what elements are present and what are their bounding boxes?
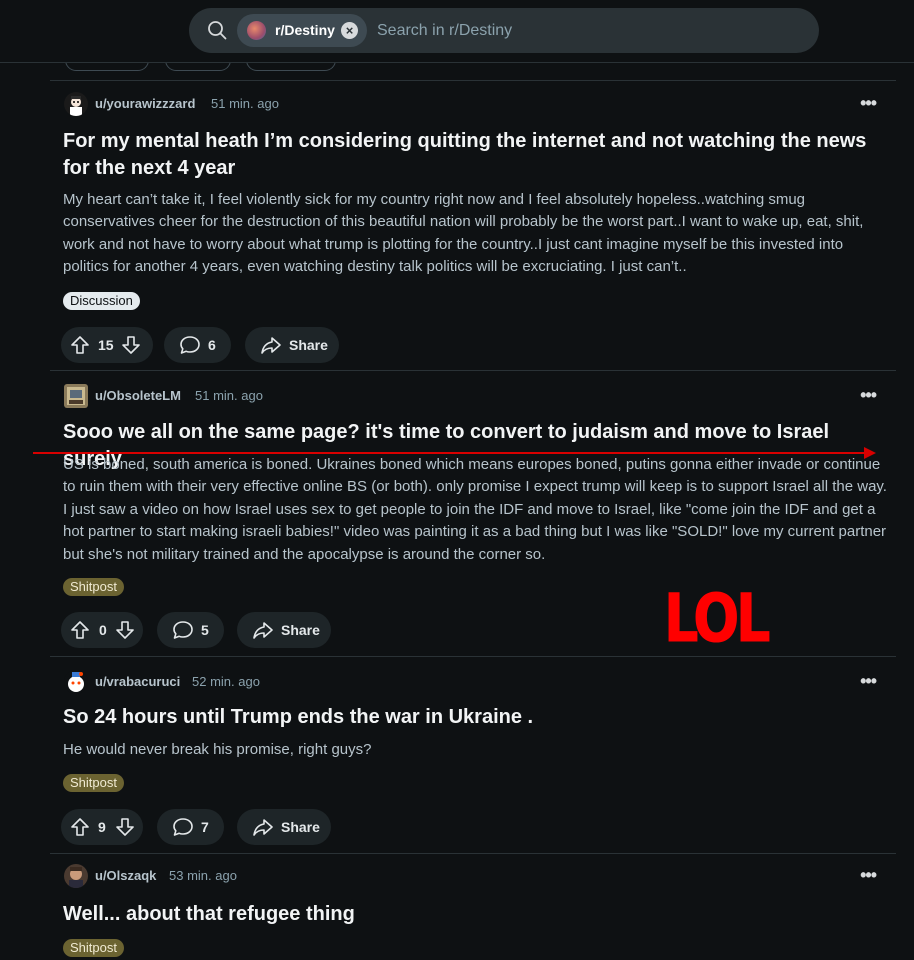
more-options-icon[interactable]: •••: [860, 93, 877, 114]
search-bar[interactable]: r/Destiny × Search in r/Destiny: [189, 8, 819, 53]
comment-icon: [173, 621, 193, 639]
post-age: 51 min. ago: [211, 96, 279, 111]
more-options-icon[interactable]: •••: [860, 671, 877, 692]
upvote-icon[interactable]: [70, 620, 90, 640]
downvote-icon[interactable]: [115, 817, 135, 837]
comment-count: 7: [201, 819, 209, 835]
share-button[interactable]: Share: [245, 327, 339, 363]
post-card[interactable]: u/vrabacuruci 52 min. ago ••• So 24 hour…: [50, 656, 896, 854]
vote-count: 9: [98, 819, 106, 835]
comment-count: 5: [201, 622, 209, 638]
post-author[interactable]: u/ObsoleteLM: [95, 388, 181, 403]
post-age: 52 min. ago: [192, 674, 260, 689]
clear-chip-icon[interactable]: ×: [341, 22, 358, 39]
share-icon: [253, 819, 273, 836]
post-flair[interactable]: Shitpost: [63, 774, 124, 792]
comment-count: 6: [208, 337, 216, 353]
downvote-icon[interactable]: [121, 335, 141, 355]
post-flair[interactable]: Shitpost: [63, 939, 124, 957]
search-icon: [208, 21, 227, 40]
post-body[interactable]: US is boned, south america is boned. Ukr…: [63, 454, 888, 566]
post-title[interactable]: So 24 hours until Trump ends the war in …: [63, 704, 873, 731]
user-avatar[interactable]: [64, 864, 88, 888]
post-author[interactable]: u/vrabacuruci: [95, 674, 180, 689]
post-flair[interactable]: Shitpost: [63, 578, 124, 596]
post-card[interactable]: u/ObsoleteLM 51 min. ago ••• Sooo we all…: [50, 370, 896, 657]
share-button[interactable]: Share: [237, 809, 331, 845]
annotation-arrow-icon: [864, 447, 876, 459]
user-avatar[interactable]: [64, 384, 88, 408]
top-bar: r/Destiny × Search in r/Destiny: [0, 0, 914, 63]
comment-icon: [173, 818, 193, 836]
post-card[interactable]: u/yourawizzzard 51 min. ago ••• For my m…: [50, 80, 896, 371]
post-card[interactable]: u/Olszaqk 53 min. ago ••• Well... about …: [50, 853, 896, 960]
post-age: 51 min. ago: [195, 388, 263, 403]
lol-annotation: LOL: [664, 580, 771, 657]
vote-controls: 0: [61, 612, 143, 648]
more-options-icon[interactable]: •••: [860, 865, 877, 886]
more-options-icon[interactable]: •••: [860, 385, 877, 406]
vote-controls: 9: [61, 809, 143, 845]
post-flair[interactable]: Discussion: [63, 292, 140, 310]
vote-count: 0: [99, 622, 107, 638]
comment-icon: [180, 336, 200, 354]
upvote-icon[interactable]: [70, 335, 90, 355]
share-icon: [261, 337, 281, 354]
post-age: 53 min. ago: [169, 868, 237, 883]
post-author[interactable]: u/Olszaqk: [95, 868, 156, 883]
share-label: Share: [281, 622, 320, 638]
post-body[interactable]: He would never break his promise, right …: [63, 739, 888, 761]
search-placeholder: Search in r/Destiny: [377, 22, 513, 39]
share-label: Share: [289, 337, 328, 353]
subreddit-avatar: [247, 21, 266, 40]
comments-button[interactable]: 7: [157, 809, 224, 845]
comments-button[interactable]: 6: [164, 327, 231, 363]
share-button[interactable]: Share: [237, 612, 331, 648]
user-avatar[interactable]: [64, 670, 88, 694]
user-avatar[interactable]: [64, 92, 88, 116]
vote-controls: 15: [61, 327, 153, 363]
post-title[interactable]: Well... about that refugee thing: [63, 901, 873, 928]
post-body[interactable]: My heart can’t take it, I feel violently…: [63, 189, 888, 279]
post-title[interactable]: For my mental heath I’m considering quit…: [63, 128, 873, 182]
subreddit-chip-label: r/Destiny: [275, 22, 335, 38]
upvote-icon[interactable]: [70, 817, 90, 837]
downvote-icon[interactable]: [115, 620, 135, 640]
subreddit-chip[interactable]: r/Destiny ×: [237, 14, 367, 47]
vote-count: 15: [98, 337, 114, 353]
annotation-arrow-line: [33, 452, 868, 454]
share-icon: [253, 622, 273, 639]
post-author[interactable]: u/yourawizzzard: [95, 96, 195, 111]
share-label: Share: [281, 819, 320, 835]
comments-button[interactable]: 5: [157, 612, 224, 648]
